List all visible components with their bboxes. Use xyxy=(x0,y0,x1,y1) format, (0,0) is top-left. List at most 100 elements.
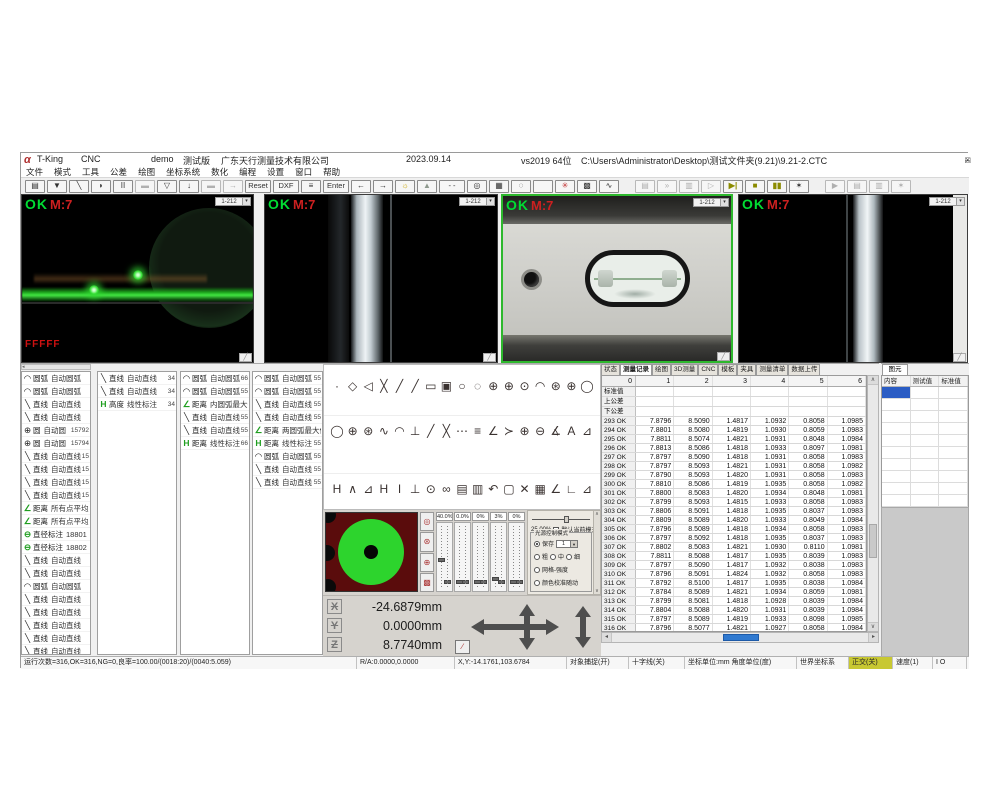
toolbar-qr-code-button[interactable]: ▩ xyxy=(577,180,597,193)
table-row[interactable]: 312 OK7.87848.50891.48211.09340.80591.09… xyxy=(602,588,866,597)
light-slider-track[interactable] xyxy=(508,522,525,592)
light-slider-track[interactable] xyxy=(472,522,489,592)
list-item[interactable]: ∠距离两圆弧最大值 xyxy=(253,424,322,437)
element-cell[interactable] xyxy=(939,423,968,434)
save-radio[interactable] xyxy=(534,541,540,547)
list-item[interactable]: H距离线性标注66 xyxy=(181,437,249,450)
list-item[interactable]: ◠圆弧自动圆弧55 xyxy=(253,372,322,385)
table-row[interactable]: 299 OK7.87908.50931.48201.09310.80581.09… xyxy=(602,471,866,480)
tab-6[interactable]: 夹具 xyxy=(737,364,756,375)
tolerance-row[interactable]: 下公差 xyxy=(602,407,866,417)
table-row[interactable]: 298 OK7.87978.50931.48211.09310.80581.09… xyxy=(602,462,866,471)
tool-icon[interactable]: ◯ xyxy=(330,424,344,438)
element-row[interactable] xyxy=(882,495,968,507)
element-cell[interactable] xyxy=(882,435,911,446)
element-row[interactable] xyxy=(882,459,968,471)
table-row[interactable]: 300 OK7.88108.50861.48191.09350.80581.09… xyxy=(602,480,866,489)
element-cell[interactable] xyxy=(882,471,911,482)
light-slider-track[interactable] xyxy=(436,522,453,592)
chart-mini-button[interactable]: ∕ xyxy=(455,640,470,654)
tool-icon[interactable]: ∟ xyxy=(564,482,578,496)
list-item[interactable]: ╲直线自动直线15 xyxy=(22,463,90,476)
tool-icon[interactable]: ∧ xyxy=(346,482,360,496)
resize-grip-icon[interactable]: ╱ xyxy=(483,353,496,362)
element-cell[interactable] xyxy=(939,447,968,458)
element-cell[interactable] xyxy=(939,495,968,506)
element-cell[interactable] xyxy=(882,459,911,470)
element-cell[interactable] xyxy=(911,459,940,470)
element-row[interactable] xyxy=(882,471,968,483)
toolbar-laser-button[interactable]: ✳ xyxy=(555,180,575,193)
grid-strength-radio[interactable] xyxy=(534,567,540,573)
menu-item-2[interactable]: 工具 xyxy=(82,166,99,178)
scroll-down-icon[interactable]: ∨ xyxy=(594,588,600,594)
tool-icon[interactable]: ◠ xyxy=(533,379,547,393)
tool-icon[interactable]: ⊥ xyxy=(408,424,422,438)
list-item[interactable]: H高度线性标注34 xyxy=(98,398,176,411)
tab-7[interactable]: 测量清单 xyxy=(756,364,788,375)
list-horizontal-scrollbar[interactable]: ◂ xyxy=(21,364,91,370)
toolbar-probe-button[interactable]: ◗ xyxy=(91,180,111,193)
scroll-right-icon[interactable]: ▸ xyxy=(868,633,878,642)
tool-icon[interactable]: A xyxy=(564,424,578,438)
list-item[interactable]: ╲直线自动直线55 xyxy=(181,424,249,437)
menu-item-6[interactable]: 数化 xyxy=(211,166,228,178)
tool-icon[interactable]: ∿ xyxy=(377,424,391,438)
tool-icon[interactable]: ↶ xyxy=(486,482,500,496)
element-cell[interactable] xyxy=(911,495,940,506)
list-item[interactable]: ╲直线自动直线15 xyxy=(22,476,90,489)
tool-icon[interactable]: ∞ xyxy=(439,482,453,496)
scrollbar-thumb[interactable] xyxy=(869,524,877,558)
table-row[interactable]: 310 OK7.87968.50911.48241.09320.80581.09… xyxy=(602,570,866,579)
tool-icon[interactable]: ⊙ xyxy=(518,379,532,393)
element-cell[interactable] xyxy=(911,387,940,398)
table-row[interactable]: 313 OK7.87998.50811.48181.09280.80391.09… xyxy=(602,597,866,606)
camera-view-2[interactable]: OKM:7 1-212▾ ╱ xyxy=(264,194,498,363)
table-row[interactable]: 296 OK7.88138.50861.48181.09330.80971.09… xyxy=(602,444,866,453)
scroll-up-icon[interactable]: ∧ xyxy=(594,511,600,517)
tolerance-row[interactable]: 上公差 xyxy=(602,397,866,407)
tool-icon[interactable]: ○ xyxy=(455,379,469,393)
close-button[interactable]: × xyxy=(965,155,970,165)
camera-view-3-selected[interactable]: OKM:7 1-212▾ ╱ xyxy=(501,194,733,363)
toolbar-enter-button[interactable]: Enter xyxy=(323,180,349,193)
list-item[interactable]: ╲直线自动直线55 xyxy=(253,463,322,476)
menu-item-4[interactable]: 绘图 xyxy=(138,166,155,178)
list-item[interactable]: ◠圆弧自动圆弧66 xyxy=(181,372,249,385)
table-row[interactable]: 308 OK7.88118.50881.48171.09350.80391.09… xyxy=(602,552,866,561)
tool-icon[interactable]: ⊕ xyxy=(486,379,500,393)
toolbar-save3-button[interactable]: ▤ xyxy=(847,180,867,193)
tool-icon[interactable]: ╳ xyxy=(439,424,453,438)
element-cell[interactable] xyxy=(911,435,940,446)
toolbar-open2-button[interactable]: ▥ xyxy=(679,180,699,193)
menu-item-3[interactable]: 公差 xyxy=(110,166,127,178)
jog-arrows[interactable] xyxy=(471,604,597,655)
tool-icon[interactable]: H xyxy=(330,482,344,496)
element-cell[interactable] xyxy=(911,399,940,410)
element-cell[interactable] xyxy=(882,423,911,434)
toolbar-run-button[interactable]: ▶| xyxy=(723,180,743,193)
toolbar-stop-button[interactable]: ■ xyxy=(745,180,765,193)
table-row[interactable]: 307 OK7.88028.50831.48211.09300.81101.09… xyxy=(602,543,866,552)
table-row[interactable]: 297 OK7.87978.50901.48181.09310.80581.09… xyxy=(602,453,866,462)
camera-zoom-dropdown[interactable]: 1-212▾ xyxy=(693,198,729,207)
element-cell[interactable] xyxy=(939,435,968,446)
light-slider-track[interactable] xyxy=(454,522,471,592)
list-item[interactable]: ╲直线自动直线 xyxy=(22,593,90,606)
toolbar-block-button[interactable]: ▬ xyxy=(135,180,155,193)
slider-thumb[interactable] xyxy=(444,580,451,584)
element-cell[interactable] xyxy=(911,423,940,434)
list-item[interactable]: ╲直线自动直线55 xyxy=(253,398,322,411)
slider-thumb[interactable] xyxy=(498,580,505,584)
element-row[interactable] xyxy=(882,399,968,411)
tab-4[interactable]: CNC xyxy=(698,364,718,375)
tool-icon[interactable]: ≡ xyxy=(471,424,485,438)
ring-light-indicator[interactable] xyxy=(325,512,418,592)
list-item[interactable]: ◠圆弧自动圆弧 xyxy=(22,372,90,385)
tool-icon[interactable]: ╳ xyxy=(377,379,391,393)
element-row[interactable] xyxy=(882,411,968,423)
tool-icon[interactable]: ▢ xyxy=(502,482,516,496)
list-item[interactable]: ◠圆弧自动圆弧55 xyxy=(253,385,322,398)
table-row[interactable]: 309 OK7.87978.50901.48171.09320.80381.09… xyxy=(602,561,866,570)
menu-item-10[interactable]: 帮助 xyxy=(323,166,340,178)
